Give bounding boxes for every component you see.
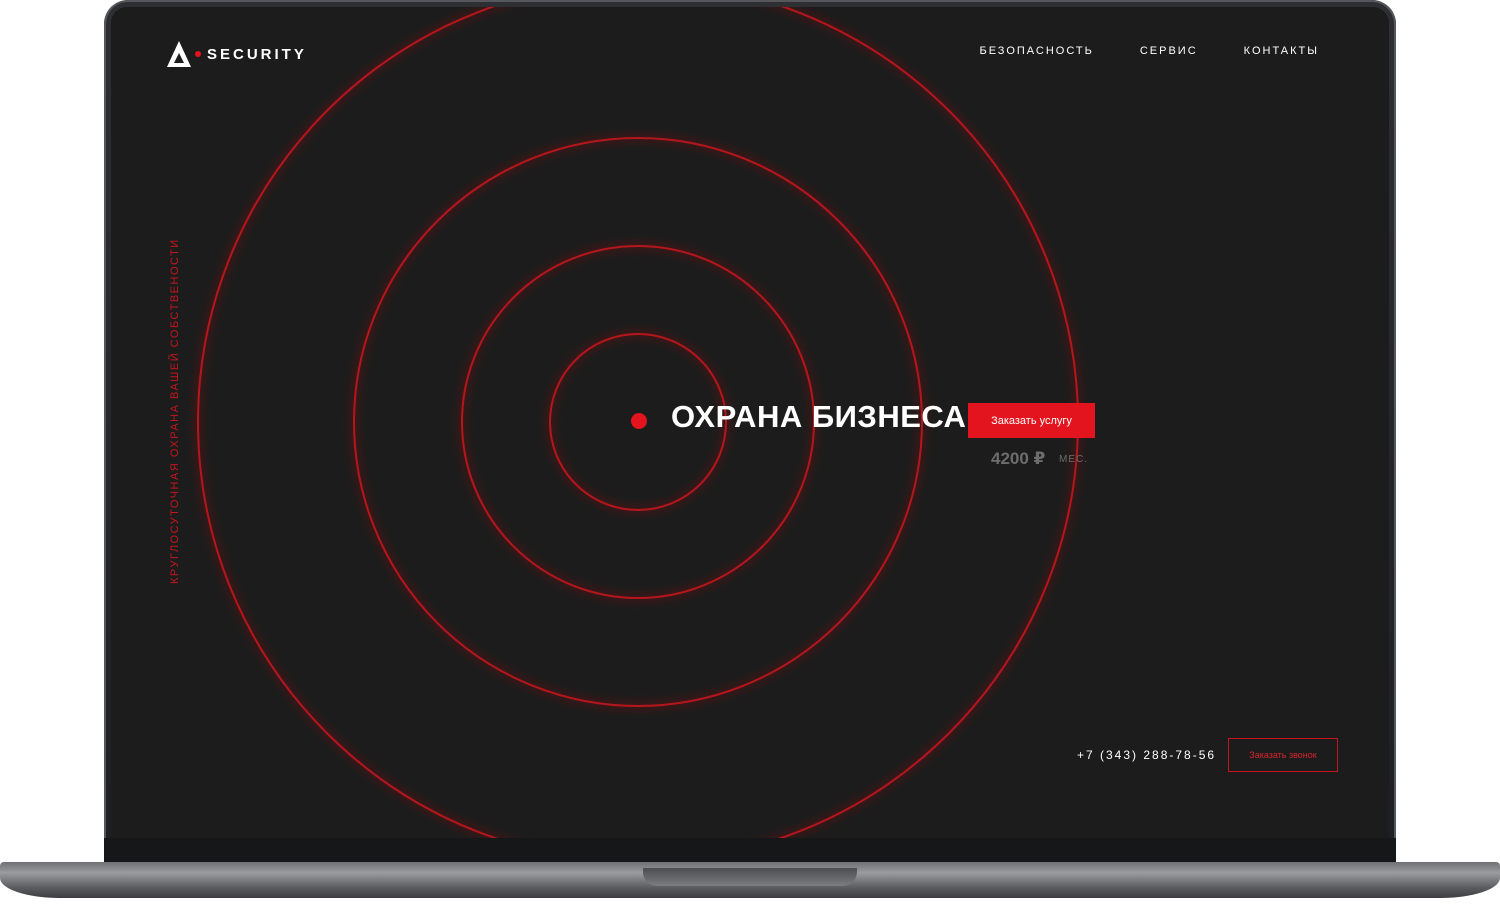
order-service-button[interactable]: Заказать услугу <box>968 403 1095 438</box>
price-unit: МЕС. <box>1059 454 1088 465</box>
nav-item-security[interactable]: БЕЗОПАСНОСТЬ <box>979 45 1093 57</box>
logo-triangle-icon <box>167 41 191 67</box>
vertical-tagline: КРУГЛОСУТОЧНАЯ ОХРАНА ВАШЕЙ СОБСТВЕНОСТИ <box>169 238 181 584</box>
price-value: 4200 ₽ <box>991 449 1046 468</box>
hero-dot-icon <box>631 413 647 429</box>
phone-link[interactable]: +7 (343) 288-78-56 <box>1077 748 1216 762</box>
main-nav: БЕЗОПАСНОСТЬ СЕРВИС КОНТАКТЫ <box>979 45 1319 57</box>
request-call-button[interactable]: Заказать звонок <box>1228 738 1338 772</box>
hero-title: ОХРАНА БИЗНЕСА <box>671 399 967 434</box>
laptop-notch <box>643 868 857 886</box>
logo[interactable]: SECURITY <box>167 41 307 67</box>
logo-dot-icon <box>195 51 201 57</box>
nav-item-service[interactable]: СЕРВИС <box>1140 45 1198 57</box>
nav-item-contacts[interactable]: КОНТАКТЫ <box>1244 45 1319 57</box>
logo-text: SECURITY <box>207 45 307 63</box>
website-screen: SECURITY БЕЗОПАСНОСТЬ СЕРВИС КОНТАКТЫ КР… <box>111 7 1389 838</box>
